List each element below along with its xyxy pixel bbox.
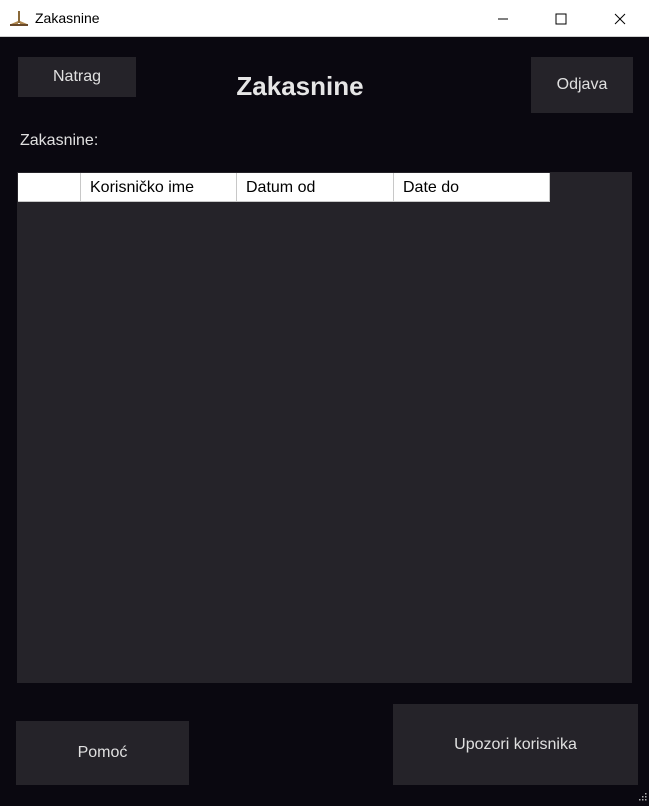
app-icon xyxy=(9,10,29,26)
minimize-icon xyxy=(497,13,509,25)
close-button[interactable] xyxy=(591,0,649,37)
help-button[interactable]: Pomoć xyxy=(16,721,189,785)
column-header-username[interactable]: Korisničko ime xyxy=(81,173,237,202)
window-title: Zakasnine xyxy=(35,10,100,27)
late-fees-grid[interactable]: Korisničko ime Datum od Date do xyxy=(17,172,632,683)
warn-user-button[interactable]: Upozori korisnika xyxy=(393,704,638,785)
maximize-icon xyxy=(555,13,567,25)
back-button[interactable]: Natrag xyxy=(18,57,136,97)
close-icon xyxy=(614,13,626,25)
column-header-date-from[interactable]: Datum od xyxy=(237,173,394,202)
grid-header: Korisničko ime Datum od Date do xyxy=(18,173,550,202)
page-title: Zakasnine xyxy=(200,71,400,102)
title-bar: Zakasnine xyxy=(0,0,649,37)
resize-grip-icon[interactable] xyxy=(637,788,647,798)
row-header-column[interactable] xyxy=(18,173,81,202)
column-header-date-to[interactable]: Date do xyxy=(394,173,550,202)
section-label: Zakasnine: xyxy=(20,132,98,150)
logout-button[interactable]: Odjava xyxy=(531,57,633,113)
maximize-button[interactable] xyxy=(532,0,590,37)
minimize-button[interactable] xyxy=(474,0,532,37)
